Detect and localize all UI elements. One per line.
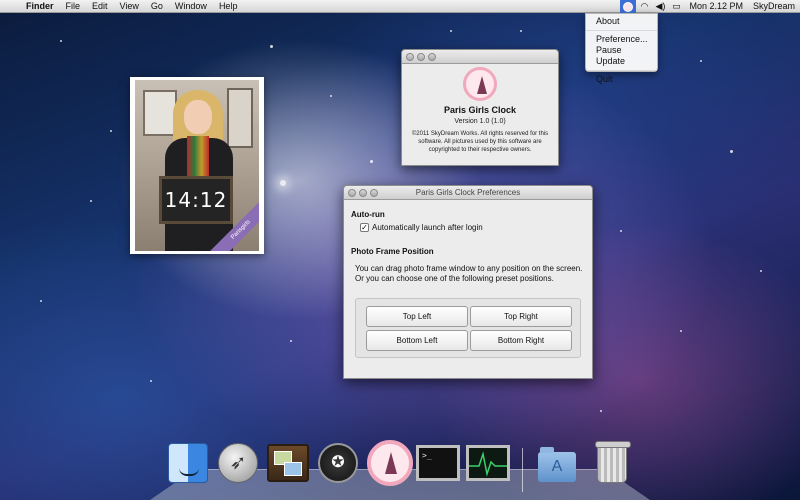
menu-user[interactable]: SkyDream xyxy=(748,0,800,13)
top-left-button[interactable]: Top Left xyxy=(366,306,468,327)
eiffel-clock-icon xyxy=(367,440,413,486)
about-window: Paris Girls Clock Version 1.0 (1.0) ©201… xyxy=(401,49,559,166)
menu-window[interactable]: Window xyxy=(169,0,213,13)
photo-frame-heading: Photo Frame Position xyxy=(351,247,434,256)
dock-iphoto[interactable] xyxy=(266,441,310,485)
dock-applications-folder[interactable]: A xyxy=(535,441,579,485)
autolaunch-checkbox[interactable]: ✓ xyxy=(360,223,369,232)
menu-item-quit[interactable]: Quit xyxy=(586,74,657,85)
zoom-button[interactable] xyxy=(428,53,436,61)
bottom-right-button[interactable]: Bottom Right xyxy=(470,330,572,351)
menu-file[interactable]: File xyxy=(60,0,87,13)
menu-item-pause-update[interactable]: Pause Update xyxy=(586,45,657,67)
minimize-button[interactable] xyxy=(359,189,367,197)
menu-clock[interactable]: Mon 2.12 PM xyxy=(684,0,748,13)
autolaunch-label: Automatically launch after login xyxy=(372,223,483,232)
prefs-title-bar[interactable]: Paris Girls Clock Preferences xyxy=(344,186,592,200)
dock-launchpad[interactable]: ➶ xyxy=(216,441,260,485)
description-line-2: Or you can choose one of the following p… xyxy=(355,274,554,283)
menu-extras: ◠ ◀) ▭ Mon 2.12 PM SkyDream xyxy=(620,0,800,13)
photos-icon xyxy=(267,444,309,482)
trash-icon xyxy=(595,441,631,483)
menu-view[interactable]: View xyxy=(114,0,145,13)
paris-clock-status-icon[interactable] xyxy=(620,0,637,13)
menu-item-about[interactable]: About xyxy=(586,16,657,27)
menu-edit[interactable]: Edit xyxy=(86,0,114,13)
prefs-window-title: Paris Girls Clock Preferences xyxy=(415,188,521,197)
applications-folder-icon: A xyxy=(538,447,576,482)
menu-item-preference[interactable]: Preference... xyxy=(586,34,657,45)
preset-positions-group: Top Left Top Right Bottom Left Bottom Ri… xyxy=(355,298,581,358)
dashboard-icon: ✪ xyxy=(318,443,358,483)
paris-clock-app-icon xyxy=(463,67,497,101)
dock-paris-girls-clock[interactable] xyxy=(366,439,414,487)
about-title-bar[interactable] xyxy=(402,50,558,64)
dock-terminal[interactable]: >_ xyxy=(416,441,460,485)
girl-photo: 14:12 Parisgirls xyxy=(135,80,259,251)
menu-separator xyxy=(586,70,657,71)
dock-activity-monitor[interactable] xyxy=(466,441,510,485)
top-right-button[interactable]: Top Right xyxy=(470,306,572,327)
menu-bar: Finder File Edit View Go Window Help ◠ ◀… xyxy=(0,0,800,13)
menu-separator xyxy=(586,30,657,31)
rocket-icon: ➶ xyxy=(218,443,258,483)
about-app-title: Paris Girls Clock xyxy=(443,105,517,115)
menu-help[interactable]: Help xyxy=(213,0,244,13)
close-button[interactable] xyxy=(348,189,356,197)
bottom-left-button[interactable]: Bottom Left xyxy=(366,330,468,351)
status-menu-dropdown: About Preference... Pause Update Quit xyxy=(585,13,658,84)
menu-go[interactable]: Go xyxy=(145,0,169,13)
about-version: Version 1.0 (1.0) xyxy=(454,118,506,125)
menu-finder[interactable]: Finder xyxy=(20,0,60,13)
terminal-icon: >_ xyxy=(416,445,460,481)
zoom-button[interactable] xyxy=(370,189,378,197)
dock-dashboard[interactable]: ✪ xyxy=(316,441,360,485)
dock-separator xyxy=(522,448,523,492)
chalkboard-time: 14:12 xyxy=(159,176,233,224)
about-copyright: ©2011 SkyDream Works. All rights reserve… xyxy=(411,131,549,153)
finder-icon xyxy=(168,443,208,483)
photo-frame-description: You can drag photo frame window to any p… xyxy=(355,264,582,284)
autolaunch-checkbox-row[interactable]: ✓ Automatically launch after login xyxy=(360,223,483,232)
autorun-heading: Auto-run xyxy=(351,210,385,219)
preferences-window: Paris Girls Clock Preferences Auto-run ✓… xyxy=(343,185,593,379)
description-line-1: You can drag photo frame window to any p… xyxy=(355,264,583,273)
photo-frame-window[interactable]: 14:12 Parisgirls xyxy=(130,77,264,254)
close-button[interactable] xyxy=(406,53,414,61)
battery-icon[interactable]: ▭ xyxy=(668,0,684,13)
volume-icon[interactable]: ◀) xyxy=(652,0,668,13)
dock-trash[interactable] xyxy=(590,441,634,485)
activity-monitor-icon xyxy=(466,445,510,481)
minimize-button[interactable] xyxy=(417,53,425,61)
wifi-icon[interactable]: ◠ xyxy=(636,0,652,13)
dock-finder[interactable] xyxy=(166,441,210,485)
